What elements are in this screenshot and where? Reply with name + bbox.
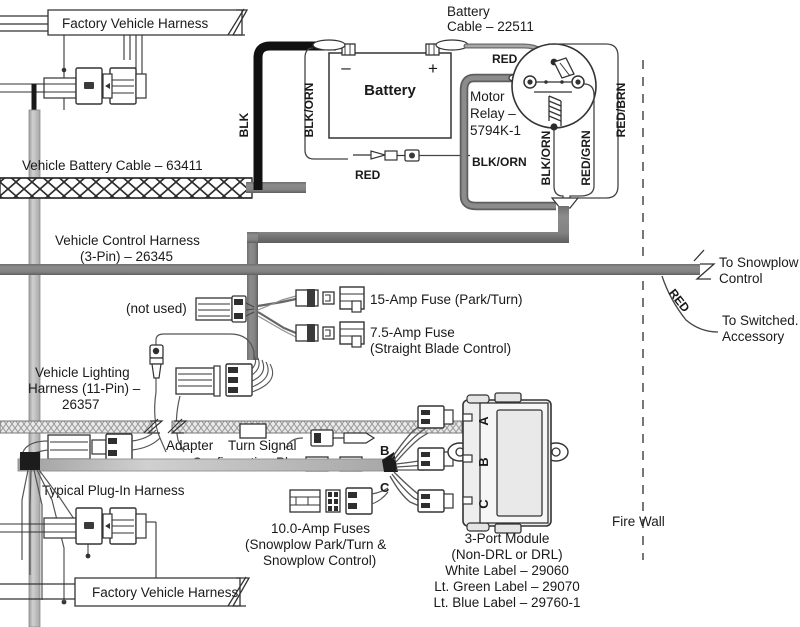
connector-top-left-socket: [102, 67, 147, 105]
fuses-10amp-label-line3: Snowplow Control): [263, 553, 376, 568]
to-switched-accessory-line1: To Switched.: [722, 313, 799, 328]
harness-left-junction: [20, 452, 40, 470]
adapter-label: Adapter: [166, 438, 214, 453]
plugin-harness-braid-upper: [0, 418, 463, 434]
branch-label-b: B: [380, 443, 389, 458]
battery-negative-terminal-label: –: [341, 58, 351, 77]
wire-label-red-brn-vertical: RED/BRN: [614, 83, 628, 138]
wiring-diagram-canvas: Fire Wall Factory Vehicle Harness Vehicl…: [0, 0, 800, 627]
battery-positive-terminal-label: +: [428, 59, 438, 78]
motor-relay-label-line2: Relay –: [470, 106, 516, 121]
wire-label-red-grn-vertical: RED/GRN: [579, 130, 593, 185]
motor-relay-label-line3: 5794K-1: [470, 123, 521, 138]
fuse-75amp-label-line1: 7.5-Amp Fuse: [370, 325, 455, 340]
battery-cable-label-line1: Battery: [447, 4, 490, 19]
wire-label-blk-orn-left: BLK/ORN: [302, 83, 316, 138]
module-port-a-label: A: [476, 416, 491, 426]
typical-plugin-harness-bus: [17, 458, 387, 472]
vehicle-lighting-harness-line2: Harness (11-Pin) –: [28, 381, 141, 396]
branch-label-c: C: [380, 480, 390, 495]
module-label-line2: (Non-DRL or DRL): [451, 547, 562, 562]
wiring-diagram: Fire Wall Factory Vehicle Harness Vehicl…: [0, 0, 800, 627]
module-label-line1: 3-Port Module: [465, 531, 550, 546]
vehicle-battery-cable-band: [0, 177, 253, 199]
battery-cable-label-line2: Cable – 22511: [447, 19, 534, 34]
typical-plugin-harness-label: Typical Plug-In Harness: [42, 483, 185, 498]
module-port-c-label: C: [476, 499, 491, 509]
three-port-module: [447, 392, 569, 534]
factory-harness-bottom-label: Factory Vehicle Harness: [92, 585, 239, 600]
motor-relay-label-line1: Motor: [470, 89, 505, 104]
wire-label-blk-orn-bottom: BLK/ORN: [472, 155, 527, 169]
fuses-10amp-label-line2: (Snowplow Park/Turn &: [245, 537, 386, 552]
module-port-b-label: B: [476, 457, 491, 466]
battery-label: Battery: [364, 82, 416, 99]
fuse-75amp-label-line2: (Straight Blade Control): [370, 341, 511, 356]
fuses-10amp-label-line1: 10.0-Amp Fuses: [271, 521, 370, 536]
module-label-line3: White Label – 29060: [445, 563, 569, 578]
fuse-15amp-label: 15-Amp Fuse (Park/Turn): [370, 292, 523, 307]
wire-label-red-top: RED: [492, 52, 518, 66]
not-used-label: (not used): [126, 301, 187, 316]
wire-label-blk: BLK: [237, 112, 251, 137]
vehicle-lighting-harness-line1: Vehicle Lighting: [35, 365, 130, 380]
inline-connector-block: [239, 423, 267, 439]
vehicle-lighting-harness-line3: 26357: [62, 397, 100, 412]
to-snowplow-control-line1: To Snowplow: [719, 255, 799, 270]
to-switched-accessory-line2: Accessory: [722, 329, 785, 344]
module-label-line4: Lt. Green Label – 29070: [434, 579, 580, 594]
to-snowplow-control-line2: Control: [719, 271, 763, 286]
wire-label-blk-orn-vertical: BLK/ORN: [539, 131, 553, 186]
vehicle-battery-cable-label: Vehicle Battery Cable – 63411: [22, 158, 203, 173]
factory-harness-top-label: Factory Vehicle Harness: [62, 16, 209, 31]
connector-not-used: [195, 295, 255, 323]
fire-wall-label: Fire Wall: [612, 514, 665, 529]
wire-label-red-bottom: RED: [355, 168, 381, 182]
vehicle-control-harness-label-line1: Vehicle Control Harness: [55, 233, 200, 248]
turn-signal-plug-line1: Turn Signal: [228, 438, 297, 453]
module-label-line5: Lt. Blue Label – 29760-1: [433, 595, 580, 610]
vehicle-control-harness-label-line2: (3-Pin) – 26345: [80, 249, 173, 264]
